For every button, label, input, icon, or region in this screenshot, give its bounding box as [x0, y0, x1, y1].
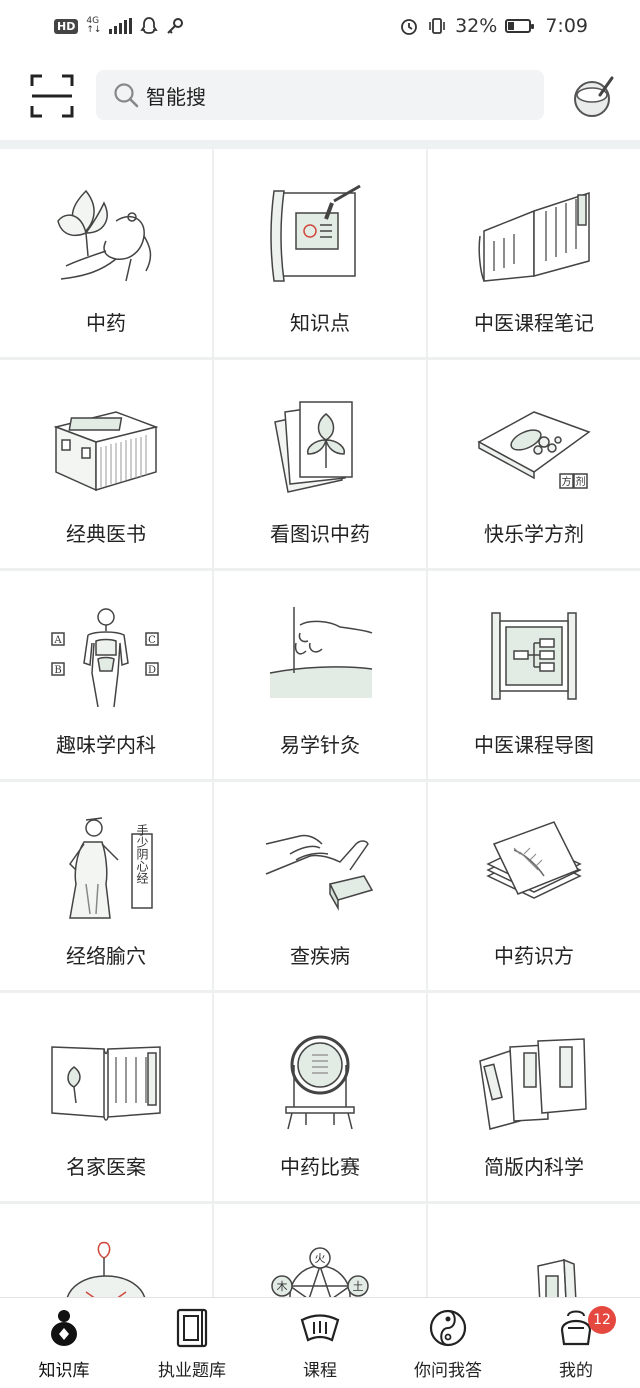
tile-meridians-acupoints[interactable]: 手少阴心经 经络腧穴	[0, 782, 212, 990]
tile-classic-medical-books[interactable]: 经典医书	[0, 360, 212, 568]
notebook-icon	[176, 1308, 208, 1348]
nav-label: 我的	[559, 1361, 593, 1381]
qq-icon	[140, 17, 159, 34]
tile-tcm-course-notes[interactable]: 中医课程笔记	[428, 149, 640, 357]
mirror-trophy-icon	[285, 1035, 355, 1130]
search-input[interactable]: 智能搜	[96, 70, 544, 120]
tile-label: 中医课程导图	[474, 733, 594, 757]
nav-profile[interactable]: 我的 12	[512, 1298, 640, 1388]
svg-text:B: B	[54, 665, 61, 676]
nav-label: 执业题库	[158, 1361, 226, 1381]
signal-icon	[109, 18, 133, 34]
tile-learn-formulas[interactable]: 方 剂 快乐学方剂	[428, 360, 640, 568]
feature-grid: 中药 知识点 中医课程笔记 经典医书 看图识中药 方 剂 快乐学方剂 A B C…	[0, 149, 640, 1297]
svg-text:方: 方	[562, 475, 572, 488]
tile-acupuncture[interactable]: 易学针灸	[214, 571, 426, 779]
scroll-brush-icon	[270, 184, 361, 282]
nav-label: 知识库	[38, 1361, 90, 1381]
leaf-cards-icon	[274, 401, 353, 493]
case-book-icon	[51, 1046, 161, 1121]
tile-label: 名家医案	[66, 1155, 146, 1179]
tile-label: 简版内科学	[484, 1155, 584, 1179]
tile-label: 看图识中药	[270, 522, 370, 546]
svg-text:C: C	[148, 635, 156, 646]
tile-famous-cases[interactable]: 名家医案	[0, 993, 212, 1201]
tile-label: 中药	[86, 311, 126, 335]
header-divider	[0, 140, 640, 149]
tile-label: 经络腧穴	[66, 944, 146, 968]
status-left: HD 4G ↑↓	[54, 16, 184, 36]
tile-partial-medicine-box[interactable]	[428, 1204, 640, 1297]
tile-label: 知识点	[290, 311, 350, 335]
classic-books-icon	[479, 1038, 587, 1130]
header: 智能搜	[0, 52, 640, 140]
tile-label: 中药识方	[494, 944, 574, 968]
pulse-diagnosis-icon	[265, 834, 374, 911]
battery-icon	[505, 19, 535, 33]
svg-text:火: 火	[315, 1252, 326, 1265]
status-bar: HD 4G ↑↓ 32% 7:09	[0, 0, 640, 52]
tile-tcm-course-mindmap[interactable]: 中医课程导图	[428, 571, 640, 779]
medicine-box-icon	[537, 1258, 577, 1297]
tile-identify-herbs-by-picture[interactable]: 看图识中药	[214, 360, 426, 568]
tile-label: 中药比赛	[280, 1155, 360, 1179]
tile-partial-five-elements[interactable]: 火 木 土	[214, 1204, 426, 1297]
sachet-icon	[66, 1241, 146, 1297]
svg-text:A: A	[53, 635, 62, 646]
nav-knowledge-base[interactable]: 知识库	[0, 1298, 128, 1388]
key-icon	[167, 18, 184, 34]
nav-qa[interactable]: 你问我答	[384, 1298, 512, 1388]
five-elements-icon: 火 木 土	[271, 1247, 369, 1297]
tile-label: 快乐学方剂	[484, 522, 584, 546]
open-book-icon	[478, 191, 590, 282]
tile-label: 查疾病	[290, 944, 350, 968]
notification-badge: 12	[588, 1306, 616, 1334]
bottom-nav: 知识库 执业题库 课程 你问我答 我的 12	[0, 1297, 640, 1388]
anatomy-icon: A B C D	[51, 608, 159, 708]
yin-yang-icon	[429, 1309, 467, 1347]
pestle-bowl-icon[interactable]	[570, 74, 616, 120]
svg-text:手少阴心经: 手少阴心经	[135, 824, 149, 884]
vibrate-icon	[429, 18, 445, 34]
mind-map-scroll-icon	[491, 612, 577, 700]
status-right: 32% 7:09	[399, 15, 588, 37]
tile-fun-internal-medicine[interactable]: A B C D 趣味学内科	[0, 571, 212, 779]
prescription-cards-icon	[486, 821, 582, 899]
meridian-figure-icon: 手少阴心经	[69, 817, 153, 919]
search-icon	[114, 83, 139, 108]
nav-exam-bank[interactable]: 执业题库	[128, 1298, 256, 1388]
tile-knowledge-points[interactable]: 知识点	[214, 149, 426, 357]
tile-check-disease[interactable]: 查疾病	[214, 782, 426, 990]
network-type: 4G ↑↓	[86, 16, 102, 35]
tile-label: 经典医书	[66, 522, 146, 546]
herb-mat-icon: 方 剂	[477, 411, 591, 489]
ginseng-icon	[57, 189, 152, 282]
scroll-fan-icon	[300, 1314, 340, 1342]
hd-badge: HD	[54, 18, 79, 34]
tile-herb-prescriptions[interactable]: 中药识方	[428, 782, 640, 990]
tile-label: 易学针灸	[280, 733, 360, 757]
tile-herb-contest[interactable]: 中药比赛	[214, 993, 426, 1201]
svg-text:木: 木	[277, 1280, 288, 1293]
clock: 7:09	[545, 15, 588, 37]
svg-text:D: D	[148, 665, 156, 676]
nav-label: 课程	[303, 1361, 337, 1381]
nav-courses[interactable]: 课程	[256, 1298, 384, 1388]
svg-text:剂: 剂	[576, 475, 586, 488]
search-placeholder: 智能搜	[146, 84, 206, 109]
scan-icon[interactable]	[30, 74, 74, 118]
book-box-icon	[53, 411, 159, 492]
tile-label: 趣味学内科	[56, 733, 156, 757]
svg-text:土: 土	[353, 1280, 364, 1293]
alarm-icon	[401, 19, 417, 35]
tile-partial-sachet[interactable]	[0, 1204, 212, 1297]
tile-herbs[interactable]: 中药	[0, 149, 212, 357]
tile-brief-internal-medicine[interactable]: 简版内科学	[428, 993, 640, 1201]
nav-label: 你问我答	[414, 1361, 482, 1381]
acupuncture-icon	[269, 607, 373, 698]
tile-label: 中医课程笔记	[474, 311, 594, 335]
gourd-icon	[51, 1310, 77, 1346]
battery-percent: 32%	[455, 15, 498, 37]
